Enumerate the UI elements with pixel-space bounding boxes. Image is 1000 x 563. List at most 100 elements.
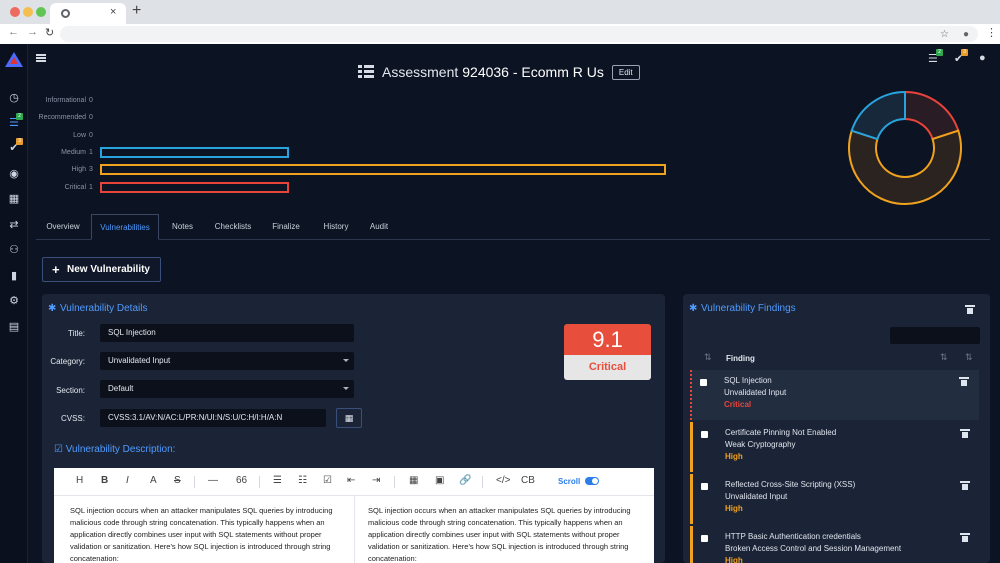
title-input[interactable]: SQL Injection	[100, 324, 354, 342]
findings-search-input[interactable]	[890, 327, 980, 344]
new-tab-icon[interactable]: +	[132, 2, 141, 20]
document-icon[interactable]: ▤	[8, 321, 20, 333]
sync-icon[interactable]: ⇄	[8, 219, 20, 231]
delete-finding-icon[interactable]	[960, 533, 970, 542]
minimize-window-button[interactable]	[23, 7, 33, 17]
reports-icon[interactable]: ▮	[8, 270, 20, 282]
category-field-label: Category:	[50, 357, 85, 366]
reload-icon[interactable]: ↻	[45, 26, 54, 39]
star-icon[interactable]: ☆	[940, 29, 949, 40]
maximize-window-button[interactable]	[36, 7, 46, 17]
section-select-value: Default	[108, 384, 134, 393]
new-vulnerability-button[interactable]: + New Vulnerability	[42, 257, 161, 282]
text-color-icon[interactable]: A	[150, 475, 157, 486]
profile-icon[interactable]: ●	[963, 29, 969, 40]
sort-icon[interactable]: ⇅	[704, 352, 712, 363]
finding-title: SQL Injection	[724, 376, 772, 385]
finding-severity: Critical	[724, 400, 752, 409]
finding-checkbox[interactable]	[701, 431, 708, 438]
delete-finding-icon[interactable]	[959, 377, 969, 386]
heading-icon[interactable]: H	[76, 475, 83, 486]
severity-donut-chart	[848, 90, 962, 205]
app-logo[interactable]	[5, 52, 23, 67]
strikethrough-icon[interactable]: S	[174, 475, 181, 486]
tasks-badge: 2	[936, 49, 943, 56]
tab-overview[interactable]: Overview	[36, 214, 90, 240]
donut-slice-high	[848, 129, 962, 205]
finding-checkbox[interactable]	[701, 483, 708, 490]
settings-icon[interactable]: ⚙	[8, 295, 20, 307]
close-tab-icon[interactable]: ×	[110, 6, 116, 18]
sort-finding-icon[interactable]: ⇅	[940, 352, 948, 363]
category-select[interactable]: Unvalidated Input	[100, 352, 354, 370]
tab-audit[interactable]: Audit	[360, 214, 398, 240]
back-icon[interactable]: ←	[8, 26, 19, 38]
checks-badge: 3	[961, 49, 968, 56]
finding-severity: High	[725, 452, 743, 461]
title-field-label: Title:	[67, 329, 85, 338]
scroll-sync-toggle[interactable]	[585, 477, 599, 485]
delete-finding-icon[interactable]	[960, 429, 970, 438]
bullet-list-icon[interactable]: ☰	[273, 475, 282, 486]
finding-row[interactable]: SQL Injection Unvalidated Input Critical	[690, 370, 979, 420]
section-select[interactable]: Default	[100, 380, 354, 398]
bug-icon: ✱	[689, 303, 698, 314]
task-list-icon[interactable]: ☑	[323, 475, 332, 486]
tab-checklists[interactable]: Checklists	[206, 214, 260, 240]
italic-icon[interactable]: I	[126, 475, 129, 486]
browser-menu-icon[interactable]: ⋮	[986, 26, 997, 39]
team-icon[interactable]: ⚇	[8, 244, 20, 256]
description-editor[interactable]: Scroll H B I A S — 66 ☰ ☷ ☑ ⇤ ⇥ ▦ ▣ 🔗 </> CB SQL injecti…	[54, 468, 654, 563]
bold-icon[interactable]: B	[101, 475, 108, 486]
cvss-calculator-button[interactable]: ▦	[336, 408, 362, 428]
editor-divider	[354, 496, 355, 563]
code-block-icon[interactable]: CB	[521, 475, 535, 486]
assessment-name: 924036 - Ecomm R Us	[462, 64, 604, 80]
finding-row[interactable]: Reflected Cross-Site Scripting (XSS) Unva…	[690, 474, 979, 524]
address-bar[interactable]: ☆ ●	[60, 26, 978, 42]
finding-row[interactable]: Certificate Pinning Not Enabled Weak Cryp…	[690, 422, 979, 472]
calculator-icon: ▦	[344, 413, 354, 423]
horizontal-rule-icon[interactable]: —	[208, 475, 218, 486]
severity-label: Critical	[564, 355, 651, 380]
delete-all-icon[interactable]	[965, 305, 975, 314]
indent-icon[interactable]: ⇥	[372, 475, 380, 486]
sort-severity-icon[interactable]: ⇅	[965, 352, 973, 363]
code-icon[interactable]: </>	[496, 475, 510, 486]
severity-label-high: High	[71, 166, 86, 173]
delete-finding-icon[interactable]	[960, 481, 970, 490]
severity-count-critical: 1	[89, 184, 93, 191]
quote-icon[interactable]: 66	[236, 475, 247, 486]
cvss-input[interactable]: CVSS:3.1/AV:N/AC:L/PR:N/UI:N/S:U/C:H/I:H…	[100, 409, 326, 427]
user-icon[interactable]: ●	[979, 52, 986, 64]
forward-icon[interactable]: →	[27, 26, 38, 38]
chevron-down-icon	[343, 387, 349, 390]
tab-finalize[interactable]: Finalize	[264, 214, 308, 240]
close-window-button[interactable]	[10, 7, 20, 17]
cvss-score-badge: 9.1 Critical	[564, 324, 651, 380]
image-icon[interactable]: ▣	[435, 475, 444, 486]
edit-button[interactable]: Edit	[611, 64, 640, 80]
calendar-icon[interactable]: ▦	[8, 193, 20, 205]
finding-checkbox[interactable]	[700, 379, 707, 386]
browser-tab[interactable]: ×	[50, 3, 126, 24]
browser-chrome: × + ← → ↻ ☆ ● ⋮	[0, 0, 1000, 44]
severity-label-recommended: Recommended	[38, 114, 86, 121]
tab-notes[interactable]: Notes	[164, 214, 201, 240]
tab-vulnerabilities[interactable]: Vulnerabilities	[91, 214, 159, 240]
cvss-input-value: CVSS:3.1/AV:N/AC:L/PR:N/UI:N/S:U/C:H/I:H…	[108, 413, 283, 422]
finding-checkbox[interactable]	[701, 535, 708, 542]
eye-icon[interactable]: ◉	[8, 168, 20, 180]
page-title: Assessment 924036 - Ecomm R Us Edit	[358, 62, 640, 82]
numbered-list-icon[interactable]: ☷	[298, 475, 307, 486]
tab-history[interactable]: History	[314, 214, 358, 240]
hamburger-menu-icon[interactable]	[36, 54, 46, 62]
link-icon[interactable]: 🔗	[459, 475, 471, 486]
editor-markdown-pane[interactable]: SQL injection occurs when an attacker ma…	[70, 505, 340, 563]
finding-row[interactable]: HTTP Basic Authentication credentials Bro…	[690, 526, 979, 563]
table-icon[interactable]: ▦	[409, 475, 418, 486]
finding-severity: High	[725, 556, 743, 563]
outdent-icon[interactable]: ⇤	[347, 475, 355, 486]
sidebar: ◷ ☰ 2 ✔ 3 ◉ ▦ ⇄ ⚇ ▮ ⚙ ▤	[0, 44, 28, 563]
dashboard-icon[interactable]: ◷	[8, 92, 20, 104]
